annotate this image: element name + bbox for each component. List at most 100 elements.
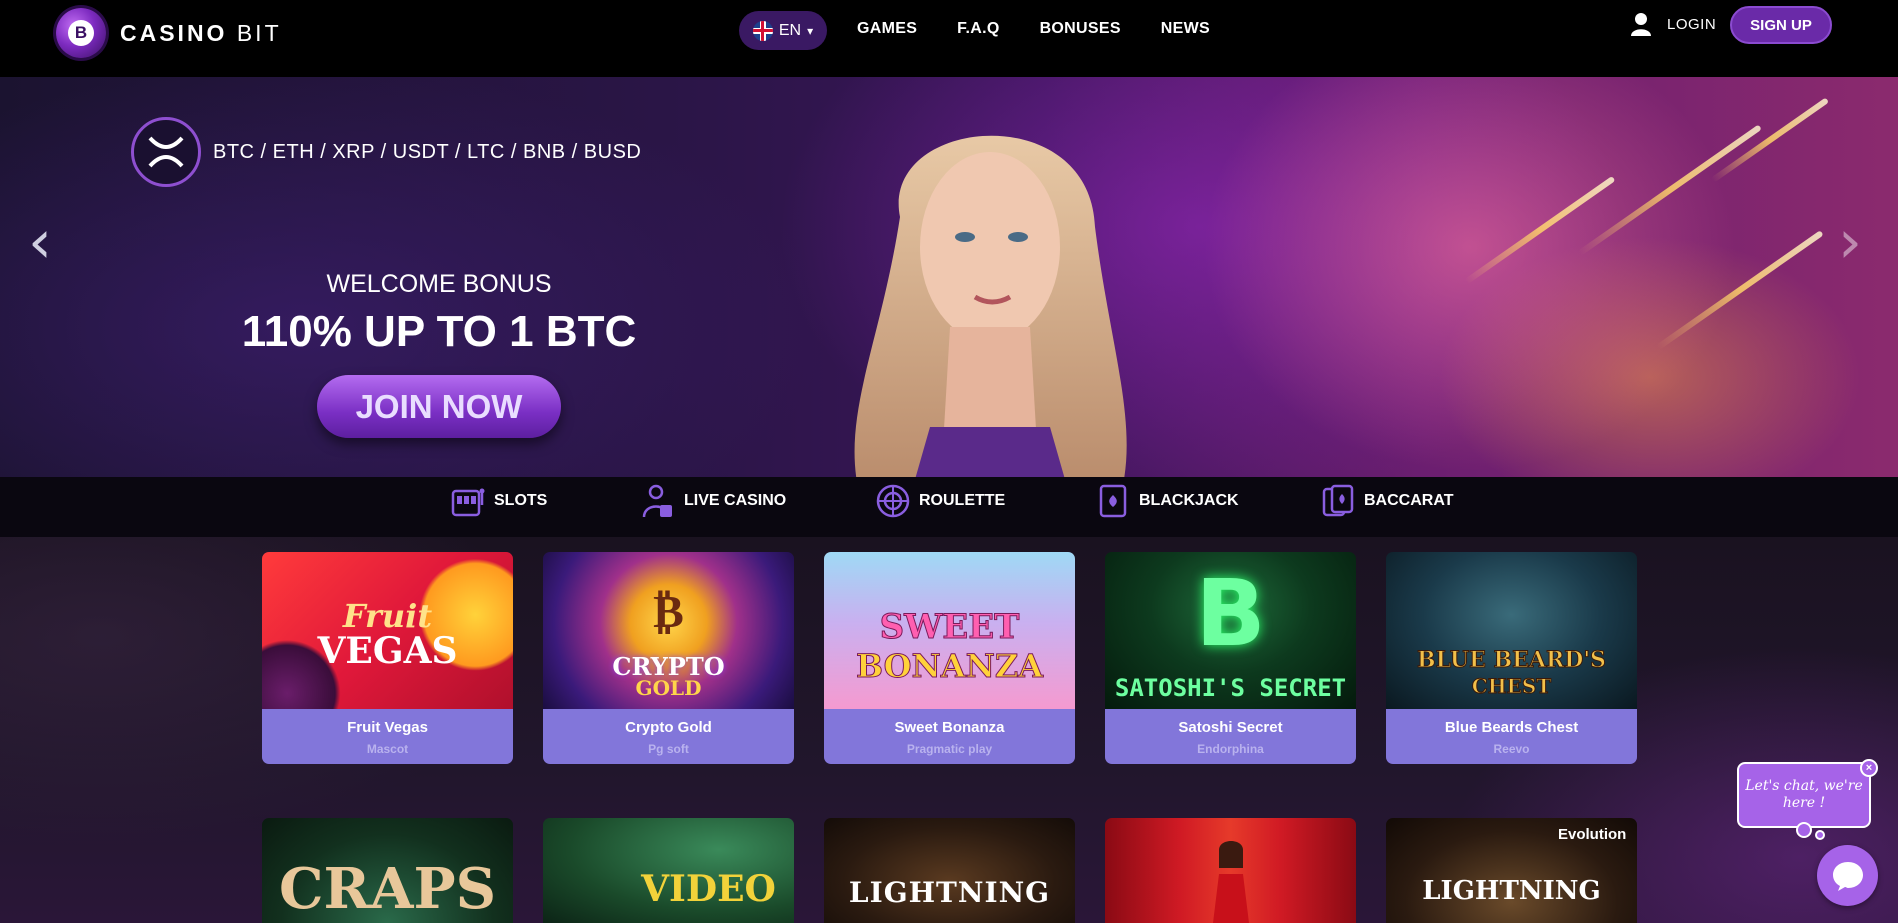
- game-art-text: CHEST: [1471, 674, 1552, 699]
- light-streak: [1578, 124, 1762, 256]
- logo-text-light: BIT: [236, 19, 282, 46]
- nav-faq[interactable]: F.A.Q: [957, 20, 999, 38]
- game-card-fruit-vegas[interactable]: Fruit VEGAS Fruit Vegas Mascot: [262, 552, 513, 764]
- main-nav: GAMES F.A.Q BONUSES NEWS: [857, 20, 1210, 38]
- light-streak: [1710, 97, 1830, 183]
- game-art-text: BONANZA: [855, 647, 1044, 686]
- language-label: EN: [778, 21, 802, 39]
- chat-prompt-bubble[interactable]: Let's chat, we're here !: [1737, 762, 1871, 828]
- light-streak: [1656, 230, 1824, 350]
- game-provider: Mascot: [366, 742, 409, 756]
- game-info: Satoshi Secret Endorphina: [1105, 709, 1356, 764]
- chat-icon: [1832, 861, 1863, 891]
- user-icon[interactable]: [1630, 12, 1652, 36]
- category-roulette[interactable]: ROULETTE: [875, 483, 1005, 519]
- game-art-text: LIGHTNING: [1422, 876, 1601, 906]
- game-info: Fruit Vegas Mascot: [262, 709, 513, 764]
- game-card-live-dealer[interactable]: [1105, 818, 1356, 923]
- game-thumbnail: [1105, 818, 1356, 923]
- nav-bonuses[interactable]: BONUSES: [1040, 20, 1121, 38]
- game-card-craps[interactable]: CRAPS: [262, 818, 513, 923]
- category-label: BACCARAT: [1364, 492, 1454, 509]
- slot-machine-icon: [451, 488, 485, 517]
- category-slots[interactable]: SLOTS: [450, 483, 547, 519]
- game-art-text: VEGAS: [317, 630, 458, 672]
- game-thumbnail: Fruit VEGAS: [262, 552, 513, 709]
- chevron-down-icon: ▾: [807, 23, 814, 38]
- bitcoin-logo-icon: B: [1195, 560, 1266, 667]
- game-info: Blue Beards Chest Reevo: [1386, 709, 1637, 764]
- hero-next-arrow[interactable]: ›: [1838, 207, 1862, 277]
- chat-bubble-tail: [1796, 822, 1812, 838]
- logo-text: CASINO BIT: [120, 20, 282, 47]
- game-provider: Pg soft: [648, 742, 689, 756]
- game-thumbnail: Evolution LIGHTNING: [1386, 818, 1637, 923]
- game-info: Crypto Gold Pg soft: [543, 709, 794, 764]
- category-label: LIVE CASINO: [684, 492, 787, 509]
- game-card-lightning-roulette[interactable]: Evolution LIGHTNING: [1386, 818, 1637, 923]
- game-thumbnail: BLUE BEARD'S CHEST: [1386, 552, 1637, 709]
- game-art-text: LIGHTNING: [848, 876, 1051, 909]
- game-thumbnail: VIDEO: [543, 818, 794, 923]
- game-card-satoshi-secret[interactable]: B SATOSHI'S SECRET Satoshi Secret Endorp…: [1105, 552, 1356, 764]
- nav-news[interactable]: NEWS: [1161, 20, 1210, 38]
- game-thumbnail: ₿ CRYPTO GOLD: [543, 552, 794, 709]
- chat-launcher-button[interactable]: [1817, 845, 1878, 906]
- category-label: SLOTS: [494, 492, 548, 509]
- game-card-blue-beards-chest[interactable]: BLUE BEARD'S CHEST Blue Beards Chest Ree…: [1386, 552, 1637, 764]
- game-card-crypto-gold[interactable]: ₿ CRYPTO GOLD Crypto Gold Pg soft: [543, 552, 794, 764]
- site-logo[interactable]: B CASINO BIT: [56, 8, 282, 58]
- game-art-text: CRAPS: [278, 856, 497, 922]
- game-card-video-poker[interactable]: VIDEO: [543, 818, 794, 923]
- game-info: Sweet Bonanza Pragmatic play: [824, 709, 1075, 764]
- game-title: Fruit Vegas: [347, 719, 428, 736]
- game-title: Sweet Bonanza: [894, 719, 1005, 736]
- category-live-casino[interactable]: LIVE CASINO: [640, 483, 786, 519]
- xrp-icon: [131, 117, 201, 187]
- cards-icon: [1322, 484, 1354, 517]
- category-label: BLACKJACK: [1139, 492, 1239, 509]
- roulette-icon: [876, 484, 910, 518]
- login-link[interactable]: LOGIN: [1667, 16, 1716, 33]
- bitcoin-icon: ₿: [653, 584, 684, 638]
- logo-text-bold: CASINO: [120, 19, 228, 46]
- signup-button[interactable]: SIGN UP: [1730, 6, 1832, 44]
- nav-games[interactable]: GAMES: [857, 20, 917, 38]
- game-provider: Pragmatic play: [906, 742, 993, 756]
- game-thumbnail: SWEET BONANZA: [824, 552, 1075, 709]
- card-icon: [1099, 484, 1127, 518]
- hero-prev-arrow[interactable]: ‹: [28, 207, 52, 277]
- hero-model-image: [854, 135, 1127, 477]
- language-selector[interactable]: EN ▾: [739, 11, 827, 50]
- game-title: Crypto Gold: [625, 719, 712, 736]
- game-provider: Endorphina: [1197, 742, 1264, 756]
- light-streak: [1464, 175, 1616, 285]
- category-label: ROULETTE: [919, 492, 1006, 509]
- logo-icon: B: [56, 8, 106, 58]
- join-now-button[interactable]: JOIN NOW: [317, 375, 561, 438]
- game-art-text: VIDEO: [641, 868, 776, 910]
- game-thumbnail: LIGHTNING: [824, 818, 1075, 923]
- uk-flag-icon: [752, 20, 773, 41]
- game-title: Satoshi Secret: [1178, 719, 1283, 736]
- game-card-lightning-blackjack[interactable]: LIGHTNING: [824, 818, 1075, 923]
- game-thumbnail: B SATOSHI'S SECRET: [1105, 552, 1356, 709]
- category-blackjack[interactable]: BLACKJACK: [1095, 483, 1239, 519]
- category-baccarat[interactable]: BACCARAT: [1320, 483, 1453, 519]
- dealer-figure: [1213, 841, 1249, 923]
- chat-close-icon[interactable]: ×: [1860, 759, 1878, 777]
- hero-banner: BTC / ETH / XRP / USDT / LTC / BNB / BUS…: [0, 77, 1898, 477]
- welcome-offer: 110% UP TO 1 BTC: [241, 307, 637, 356]
- game-title: Blue Beards Chest: [1444, 719, 1579, 736]
- crypto-list: BTC / ETH / XRP / USDT / LTC / BNB / BUS…: [213, 140, 642, 163]
- game-provider: Reevo: [1493, 742, 1530, 756]
- site-header: B CASINO BIT EN ▾ GAMES F.A.Q BONUSES NE…: [0, 0, 1898, 77]
- dealer-icon: [642, 484, 672, 518]
- game-card-sweet-bonanza[interactable]: SWEET BONANZA Sweet Bonanza Pragmatic pl…: [824, 552, 1075, 764]
- welcome-label: WELCOME BONUS: [326, 270, 552, 298]
- evolution-badge: Evolution: [1558, 826, 1627, 843]
- crypto-banner: BTC / ETH / XRP / USDT / LTC / BNB / BUS…: [131, 117, 641, 187]
- game-art-text: GOLD: [635, 676, 702, 700]
- game-art-text: SWEET: [879, 607, 1020, 648]
- category-bar: SLOTS LIVE CASINO ROULETTE BLACKJACK BAC…: [0, 477, 1898, 537]
